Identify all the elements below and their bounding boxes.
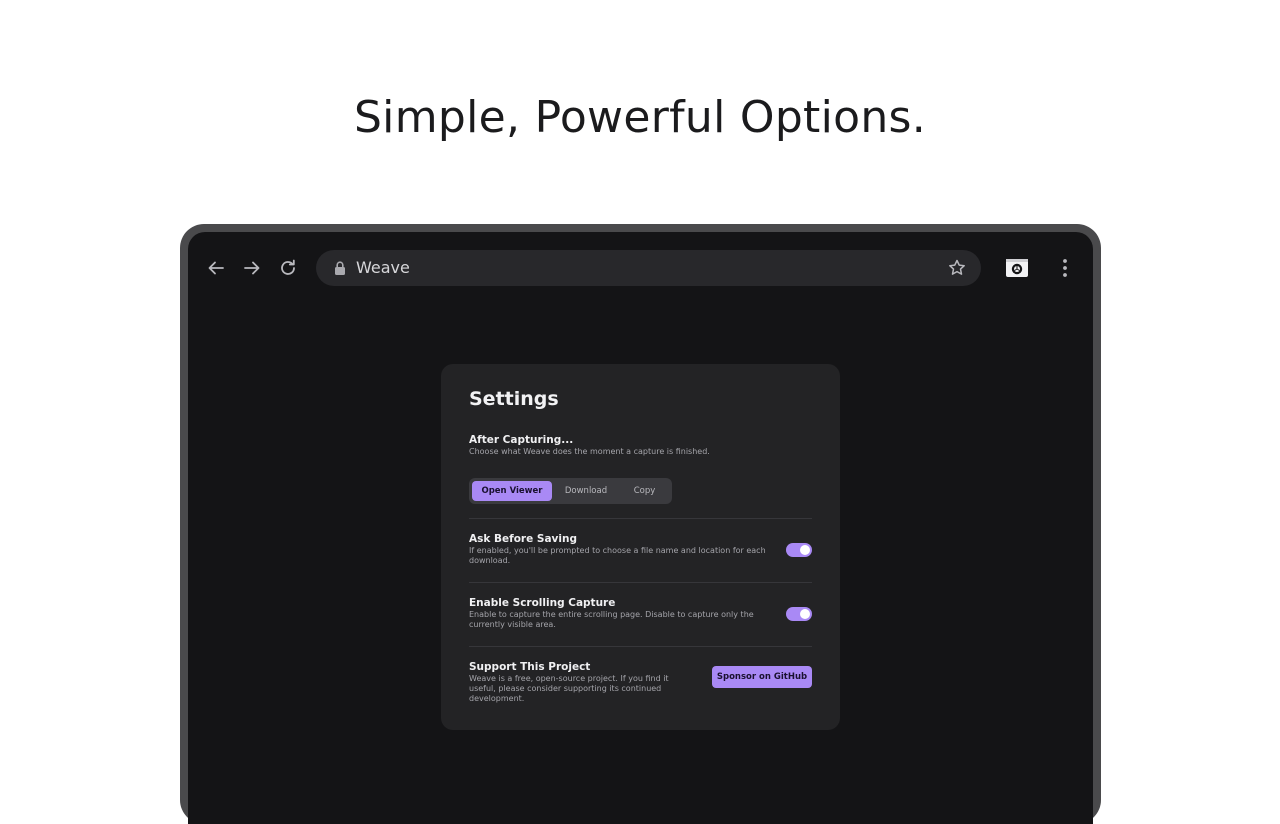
browser-toolbar: Weave [188,232,1093,304]
ask-before-saving-row: Ask Before Saving If enabled, you'll be … [469,532,812,572]
divider [469,582,812,583]
toggle-knob [800,545,810,555]
address-bar[interactable]: Weave [316,250,981,286]
scrolling-capture-row: Enable Scrolling Capture Enable to captu… [469,596,812,636]
lock-icon [335,261,345,275]
forward-button[interactable] [240,256,264,280]
kebab-menu-icon[interactable] [1058,256,1072,280]
back-button[interactable] [204,256,228,280]
segment-open-viewer[interactable]: Open Viewer [472,481,552,501]
ask-before-saving-toggle[interactable] [786,543,812,557]
support-title: Support This Project [469,661,591,673]
ask-before-saving-title: Ask Before Saving [469,533,577,545]
headline: Simple, Powerful Options. [353,92,927,143]
star-icon[interactable] [947,258,967,278]
reload-icon [281,259,295,275]
scrolling-capture-title: Enable Scrolling Capture [469,597,616,609]
arrow-left-icon [208,261,224,275]
arrow-right-icon [244,261,260,275]
sponsor-on-github-button[interactable]: Sponsor on GitHub [712,666,812,688]
scrolling-capture-description: Enable to capture the entire scrolling p… [469,610,754,629]
address-bar-text: Weave [356,258,410,277]
segment-download[interactable]: Download [552,481,620,501]
divider [469,518,812,519]
browser-window: Weave Settings After Capturing... Choose… [188,232,1093,824]
reload-button[interactable] [276,256,300,280]
support-description: Weave is a free, open-source project. If… [469,674,669,703]
settings-panel: Settings After Capturing... Choose what … [441,364,840,730]
ask-before-saving-description: If enabled, you'll be prompted to choose… [469,546,766,565]
scrolling-capture-toggle[interactable] [786,607,812,621]
device-frame: Weave Settings After Capturing... Choose… [180,224,1101,824]
support-row: Support This Project Weave is a free, op… [469,660,812,708]
after-capturing-description: Choose what Weave does the moment a capt… [469,447,710,456]
segment-copy[interactable]: Copy [620,481,669,501]
settings-title: Settings [469,388,559,410]
after-capturing-section: After Capturing... Choose what Weave doe… [469,433,812,457]
camera-shutter-icon[interactable] [1005,256,1029,280]
after-capturing-title: After Capturing... [469,434,574,446]
after-capture-segmented-control: Open Viewer Download Copy [469,478,672,504]
divider [469,646,812,647]
toggle-knob [800,609,810,619]
